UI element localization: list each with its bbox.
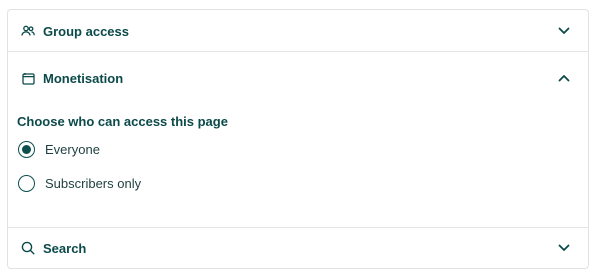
chevron-down-icon[interactable] xyxy=(556,240,572,256)
monetisation-title: Monetisation xyxy=(43,70,124,86)
settings-panel: Group access Monetisation Choose who can… xyxy=(7,9,589,269)
access-question: Choose who can access this page xyxy=(17,114,228,129)
radio-subscribers-only[interactable] xyxy=(18,174,35,192)
card-icon xyxy=(20,70,36,86)
group-access-header[interactable]: Group access xyxy=(8,10,588,52)
radio-everyone[interactable] xyxy=(18,140,35,158)
search-icon xyxy=(20,240,36,256)
chevron-down-icon[interactable] xyxy=(556,23,572,39)
option-subscribers-label: Subscribers only xyxy=(45,175,142,191)
option-everyone-label: Everyone xyxy=(45,141,100,157)
monetisation-header[interactable]: Monetisation xyxy=(8,58,588,98)
monetisation-body: Choose who can access this page Everyone… xyxy=(17,114,588,206)
option-everyone[interactable]: Everyone xyxy=(18,138,588,160)
divider xyxy=(8,51,588,52)
search-title: Search xyxy=(43,240,87,256)
group-access-title: Group access xyxy=(43,23,129,39)
chevron-up-icon[interactable] xyxy=(556,70,572,86)
search-header[interactable]: Search xyxy=(8,227,588,268)
people-icon xyxy=(20,23,36,39)
option-subscribers-only[interactable]: Subscribers only xyxy=(18,172,588,194)
